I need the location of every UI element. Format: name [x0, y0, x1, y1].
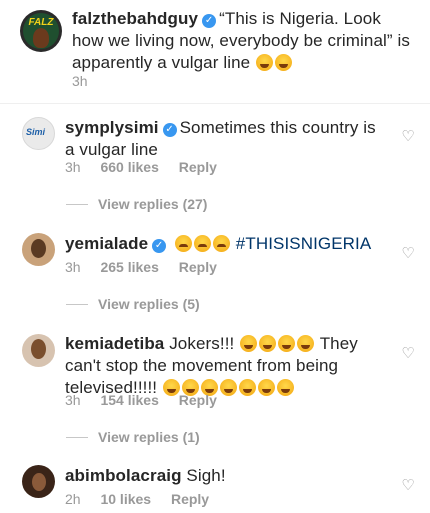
rofl-emoji-icon — [259, 335, 277, 352]
rofl-emoji-icon — [275, 54, 293, 71]
comment-time: 3h — [65, 259, 81, 275]
commenter-avatar[interactable] — [22, 233, 55, 266]
view-replies-button[interactable]: View replies (27) — [98, 196, 207, 212]
comment-text: kemiadetiba Jokers!!! They can't stop th… — [65, 333, 395, 399]
comment-meta: 3h 660 likes Reply — [65, 159, 233, 175]
comment-meta: 3h 154 likes Reply — [65, 392, 233, 408]
view-replies: View replies (5) — [66, 296, 200, 312]
comment-username[interactable]: abimbolacraig — [65, 466, 182, 485]
rofl-emoji-icon — [276, 379, 294, 396]
like-heart-icon[interactable]: ♡ — [400, 246, 416, 262]
view-replies: View replies (1) — [66, 429, 200, 445]
divider — [0, 103, 430, 104]
verified-badge-icon: ✓ — [162, 123, 177, 137]
comment-time: 3h — [65, 392, 81, 408]
comment-likes[interactable]: 265 likes — [100, 259, 158, 275]
view-replies: View replies (27) — [66, 196, 207, 212]
commenter-avatar[interactable] — [22, 465, 55, 498]
comment-meta: 3h 265 likes Reply — [65, 259, 233, 275]
comment-hashtag[interactable]: #THISISNIGERIA — [236, 234, 372, 253]
avatar-face — [33, 28, 49, 48]
comment-likes[interactable]: 660 likes — [100, 159, 158, 175]
commenter-avatar[interactable]: Simi — [22, 117, 55, 150]
post-meta: 3h — [72, 73, 104, 89]
reply-button[interactable]: Reply — [179, 159, 217, 175]
reply-button[interactable]: Reply — [171, 491, 209, 507]
replies-dash — [66, 437, 88, 438]
comment-meta: 2h 10 likes Reply — [65, 491, 225, 507]
rofl-emoji-icon — [257, 379, 275, 396]
comment-text: yemialade ✓ #THISISNIGERIA — [65, 233, 385, 255]
like-heart-icon[interactable]: ♡ — [400, 478, 416, 494]
view-replies-button[interactable]: View replies (5) — [98, 296, 200, 312]
verified-badge-icon: ✓ — [202, 14, 217, 28]
like-heart-icon[interactable]: ♡ — [400, 346, 416, 362]
comment-username[interactable]: kemiadetiba — [65, 334, 164, 353]
rofl-emoji-icon — [297, 335, 315, 352]
sad-emoji-icon — [193, 235, 211, 252]
reply-button[interactable]: Reply — [179, 392, 217, 408]
comment-username[interactable]: symplysimi — [65, 118, 159, 137]
comment-body: Sigh! — [186, 466, 226, 485]
avatar-logo-text: FALZ — [28, 17, 54, 28]
comment-body-part1: Jokers!!! — [169, 334, 235, 353]
avatar-face — [31, 239, 46, 258]
avatar-signature: Simi — [26, 127, 46, 137]
post-time: 3h — [72, 73, 88, 89]
comment-text: symplysimi ✓ Sometimes this country is a v… — [65, 117, 385, 161]
replies-dash — [66, 204, 88, 205]
comment-text: abimbolacraig Sigh! — [65, 465, 385, 487]
comment-username[interactable]: yemialade — [65, 234, 148, 253]
commenter-avatar[interactable] — [22, 334, 55, 367]
comment-time: 3h — [65, 159, 81, 175]
like-heart-icon[interactable]: ♡ — [400, 129, 416, 145]
avatar-face — [32, 473, 46, 491]
verified-badge-icon: ✓ — [152, 239, 167, 253]
view-replies-button[interactable]: View replies (1) — [98, 429, 200, 445]
joy-emoji-icon — [256, 54, 274, 71]
rofl-emoji-icon — [278, 335, 296, 352]
comment-likes[interactable]: 154 likes — [100, 392, 158, 408]
post-author-avatar[interactable]: FALZ — [20, 10, 62, 52]
rofl-emoji-icon — [238, 379, 256, 396]
comment-likes[interactable]: 10 likes — [100, 491, 151, 507]
replies-dash — [66, 304, 88, 305]
sad-emoji-icon — [174, 235, 192, 252]
reply-button[interactable]: Reply — [179, 259, 217, 275]
post-author-username[interactable]: falzthebahdguy — [72, 9, 198, 28]
sad-emoji-icon — [212, 235, 230, 252]
comment-time: 2h — [65, 491, 81, 507]
post-caption: FALZ falzthebahdguy ✓ “This is Nigeria. Lo… — [0, 0, 430, 104]
avatar-face — [31, 339, 46, 359]
caption-text: falzthebahdguy ✓ “This is Nigeria. Look ho… — [72, 8, 412, 74]
rofl-emoji-icon — [240, 335, 258, 352]
